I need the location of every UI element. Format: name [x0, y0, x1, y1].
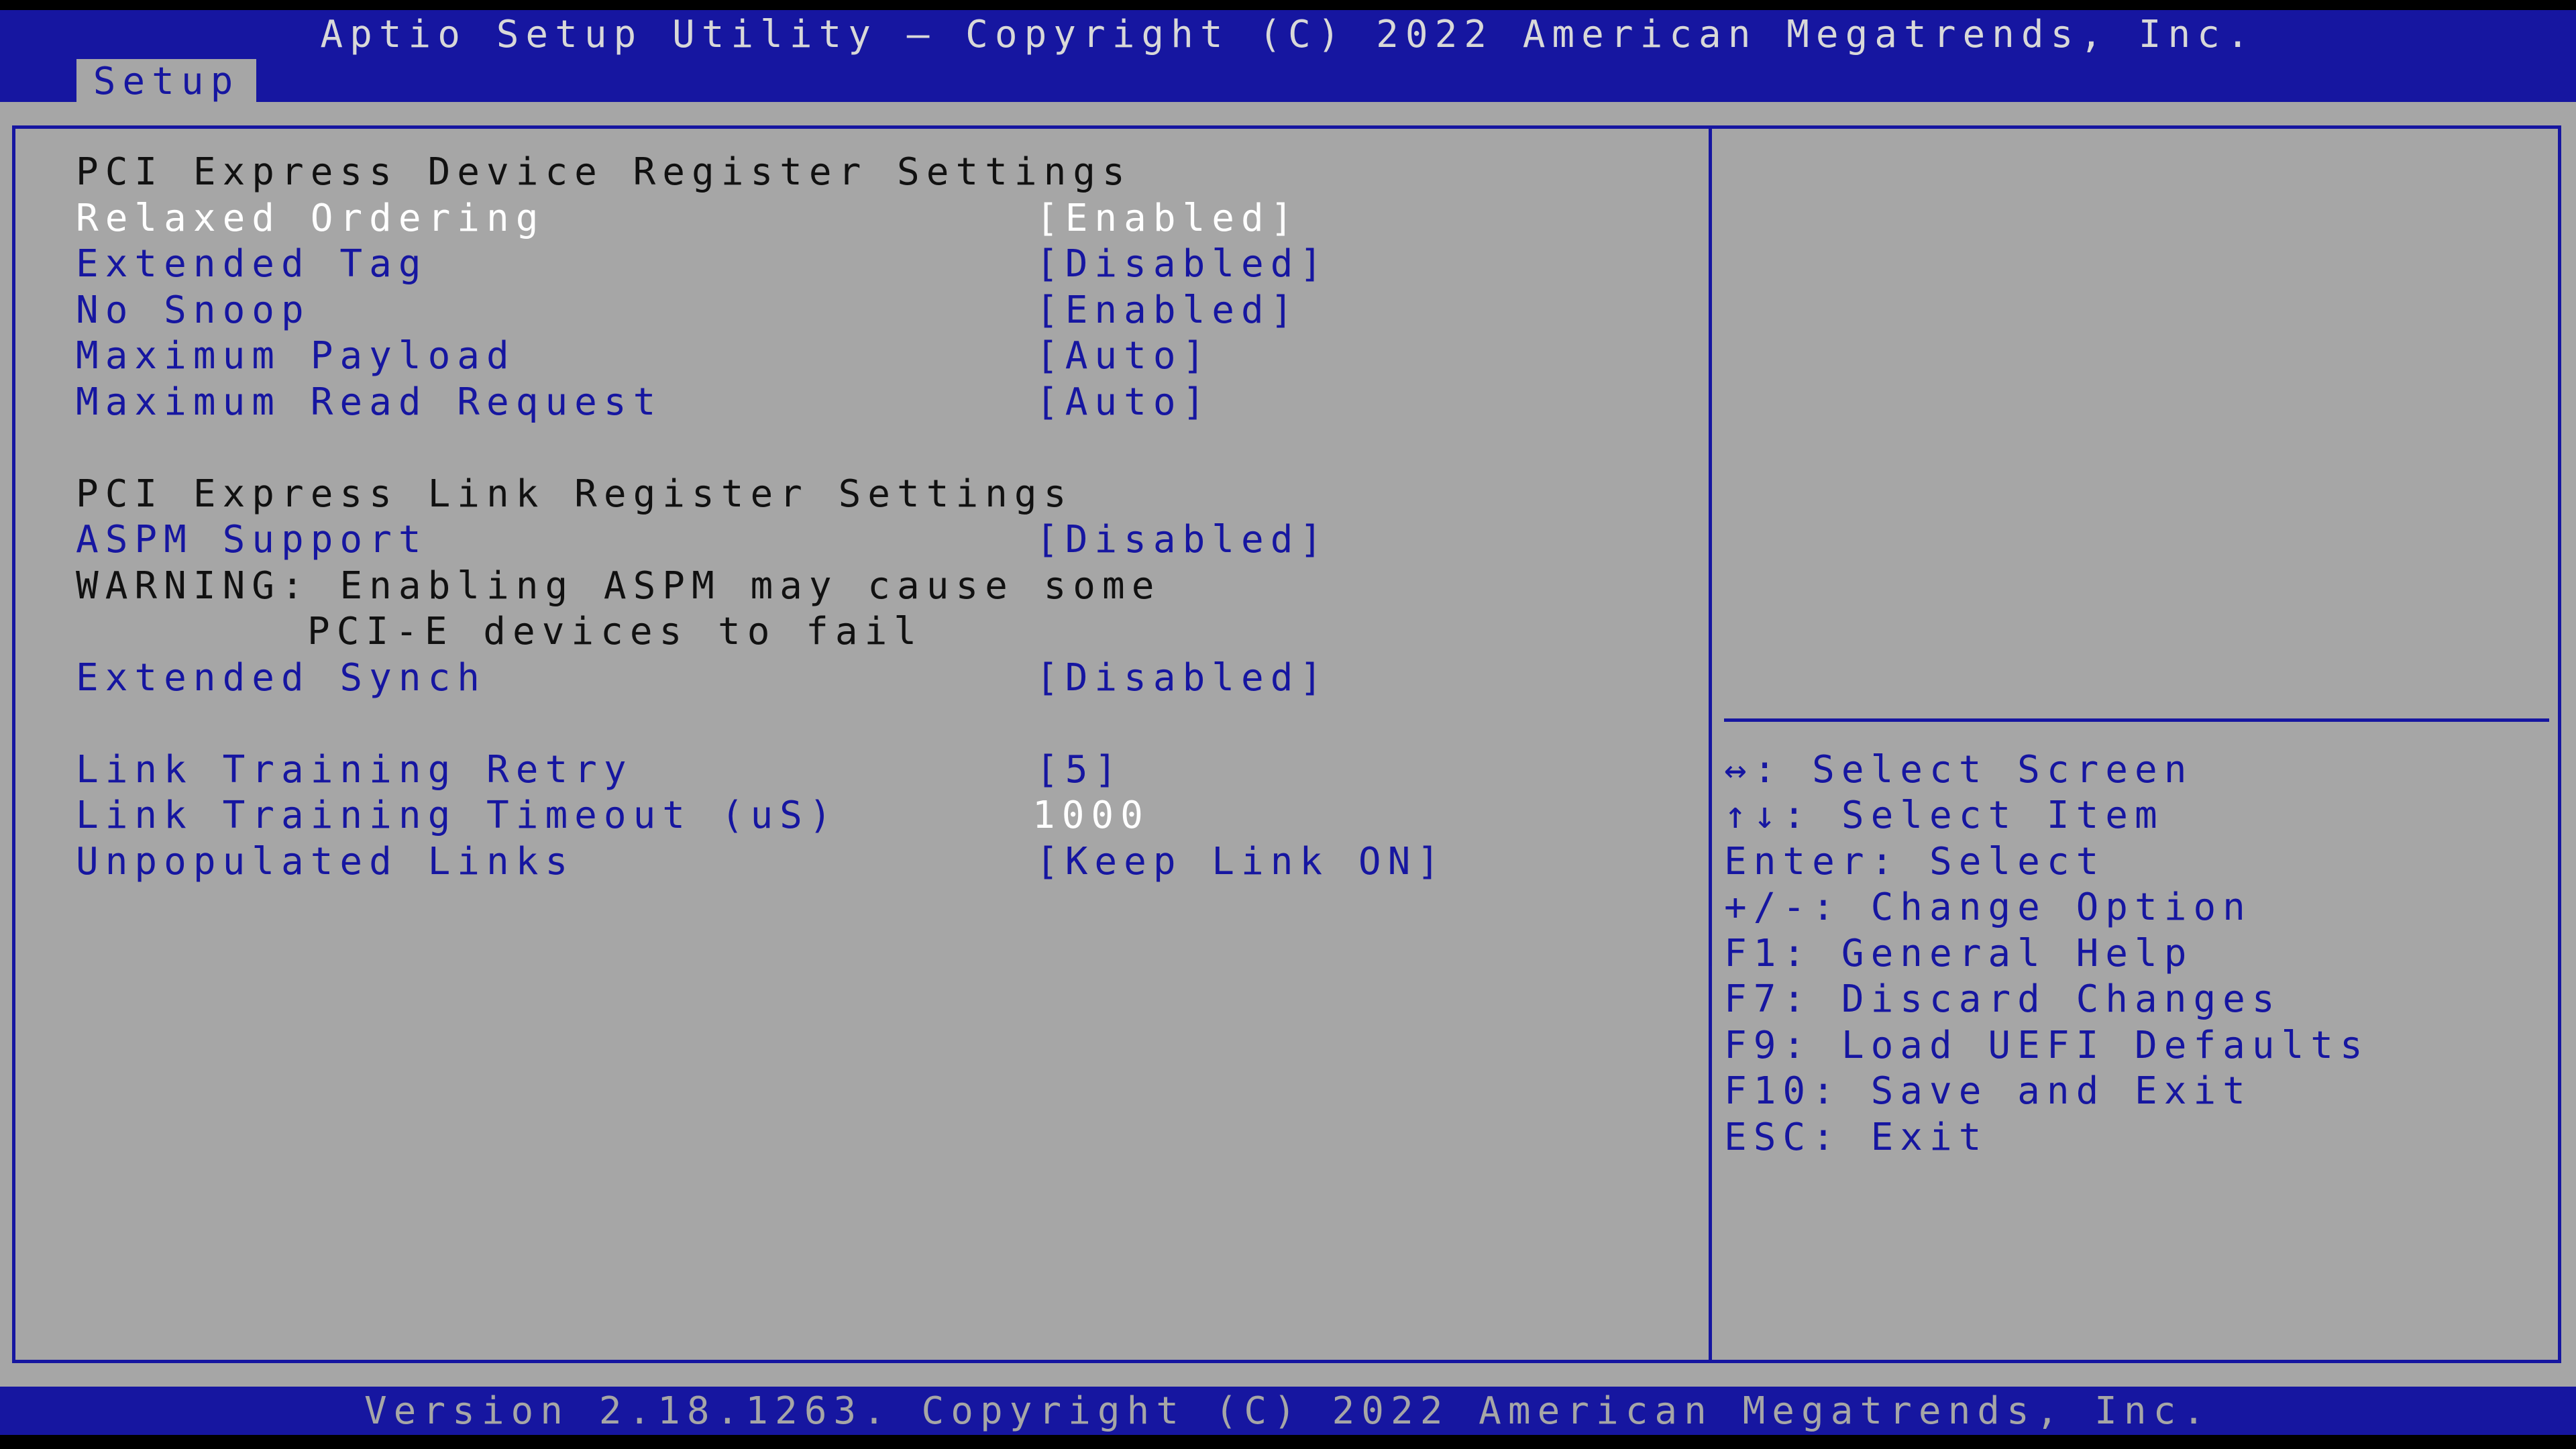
window-title: Aptio Setup Utility – Copyright (C) 2022…: [320, 13, 2256, 56]
setting-relaxed-ordering[interactable]: Relaxed Ordering: [76, 200, 545, 237]
help-discard-changes: F7: Discard Changes: [1724, 977, 2282, 1021]
setting-extended-synch[interactable]: Extended Synch: [76, 659, 486, 697]
value-extended-synch[interactable]: [Disabled]: [1036, 659, 1329, 697]
version-text: Version 2.18.1263. Copyright (C) 2022 Am…: [364, 1389, 2212, 1433]
help-select-screen-text: : Select Screen: [1753, 748, 2194, 792]
value-relaxed-ordering[interactable]: [Enabled]: [1036, 200, 1299, 237]
value-link-training-retry[interactable]: [5]: [1036, 751, 1124, 789]
help-change-option: +/-: Change Option: [1724, 885, 2252, 929]
value-no-snoop[interactable]: [Enabled]: [1036, 292, 1299, 329]
setting-unpopulated-links[interactable]: Unpopulated Links: [76, 843, 574, 881]
section-heading-device: PCI Express Device Register Settings: [76, 150, 1132, 194]
setting-no-snoop[interactable]: No Snoop: [76, 292, 311, 329]
help-select-screen: ↔: Select Screen: [1724, 751, 2193, 789]
help-select-item-text: : Select Item: [1782, 794, 2164, 837]
main-panel: PCI Express Device Register Settings Rel…: [0, 102, 2576, 1387]
setting-maximum-read-request[interactable]: Maximum Read Request: [76, 384, 662, 421]
help-enter-select: Enter: Select: [1724, 840, 2106, 883]
help-select-item: ↑↓: Select Item: [1724, 797, 2164, 835]
left-right-arrow-icon: ↔: [1724, 748, 1754, 792]
help-esc-exit: ESC: Exit: [1724, 1116, 1988, 1159]
setting-link-training-timeout[interactable]: Link Training Timeout (uS): [76, 797, 839, 835]
value-aspm-support[interactable]: [Disabled]: [1036, 521, 1329, 559]
up-down-arrow-icon: ↑↓: [1724, 794, 1783, 837]
help-general-help: F1: General Help: [1724, 932, 2194, 975]
section-heading-link: PCI Express Link Register Settings: [76, 472, 1073, 516]
value-link-training-timeout: 1000: [1032, 794, 1150, 837]
setting-maximum-payload[interactable]: Maximum Payload: [76, 337, 516, 375]
value-unpopulated-links[interactable]: [Keep Link ON]: [1036, 843, 1446, 881]
setting-link-training-retry[interactable]: Link Training Retry: [76, 751, 633, 789]
setting-aspm-support[interactable]: ASPM Support: [76, 521, 428, 559]
aspm-warning-line-2: PCI-E devices to fail: [307, 610, 924, 653]
panel-divider: [1709, 125, 1712, 1363]
value-extended-tag[interactable]: [Disabled]: [1036, 246, 1329, 283]
value-maximum-read-request[interactable]: [Auto]: [1036, 384, 1212, 421]
aspm-warning-line-1: WARNING: Enabling ASPM may cause some: [76, 564, 1161, 608]
setting-extended-tag[interactable]: Extended Tag: [76, 246, 428, 283]
tab-setup[interactable]: Setup: [76, 59, 256, 103]
help-divider: [1724, 718, 2549, 722]
help-save-exit: F10: Save and Exit: [1724, 1069, 2252, 1113]
help-load-defaults: F9: Load UEFI Defaults: [1724, 1024, 2369, 1067]
value-maximum-payload[interactable]: [Auto]: [1036, 337, 1212, 375]
